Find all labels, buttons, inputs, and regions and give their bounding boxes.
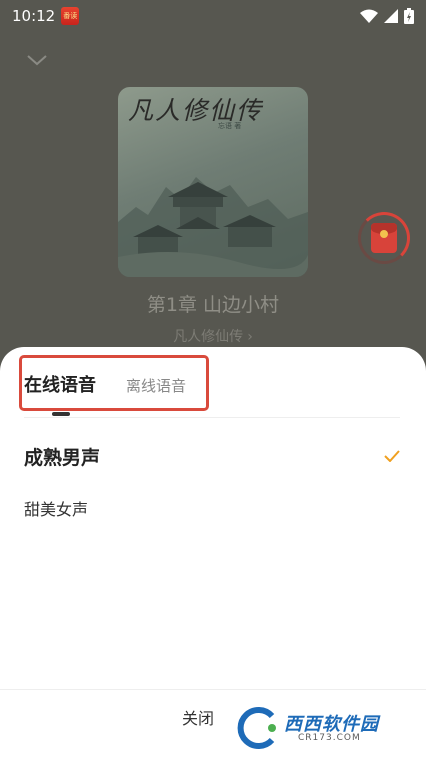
player-background: 凡人修仙传 忘语 著 第1章 山边小村 凡人修仙传 › xyxy=(0,0,426,400)
book-cover: 凡人修仙传 忘语 著 xyxy=(118,87,308,277)
red-packet-icon xyxy=(371,223,397,253)
tab-indicator xyxy=(52,412,70,416)
battery-icon xyxy=(404,8,414,24)
chapter-title: 第1章 山边小村 xyxy=(146,294,280,316)
book-title: 凡人修仙传 xyxy=(173,329,244,345)
cover-illustration xyxy=(118,177,308,277)
status-bar: 10:12 番读 xyxy=(0,0,426,32)
sheet-divider xyxy=(0,689,426,690)
signal-icon xyxy=(384,9,398,23)
watermark-logo: 西西软件园 CR173.COM xyxy=(228,706,408,750)
book-link[interactable]: 凡人修仙传 › xyxy=(0,326,426,346)
voice-option-label: 甜美女声 xyxy=(24,500,89,519)
status-time: 10:12 xyxy=(12,7,56,25)
voice-option-mature-male[interactable]: 成熟男声 xyxy=(24,443,400,469)
check-icon xyxy=(384,450,400,462)
watermark-emblem xyxy=(237,707,276,749)
app-notification-icon: 番读 xyxy=(61,7,80,25)
tab-divider xyxy=(24,417,400,418)
voice-option-label: 成熟男声 xyxy=(24,446,101,469)
highlight-annotation-box xyxy=(19,355,209,411)
status-indicators xyxy=(360,8,414,24)
voice-option-sweet-female[interactable]: 甜美女声 xyxy=(24,497,400,519)
voice-selection-sheet: 在线语音 离线语音 成熟男声 甜美女声 关闭 xyxy=(0,347,426,757)
chevron-right-icon: › xyxy=(247,329,253,345)
chevron-down-icon[interactable] xyxy=(24,50,50,70)
watermark-sub: CR173.COM xyxy=(298,733,361,743)
wifi-icon xyxy=(360,9,378,23)
red-packet-button[interactable] xyxy=(358,212,410,264)
cover-title: 凡人修仙传 xyxy=(128,96,264,125)
